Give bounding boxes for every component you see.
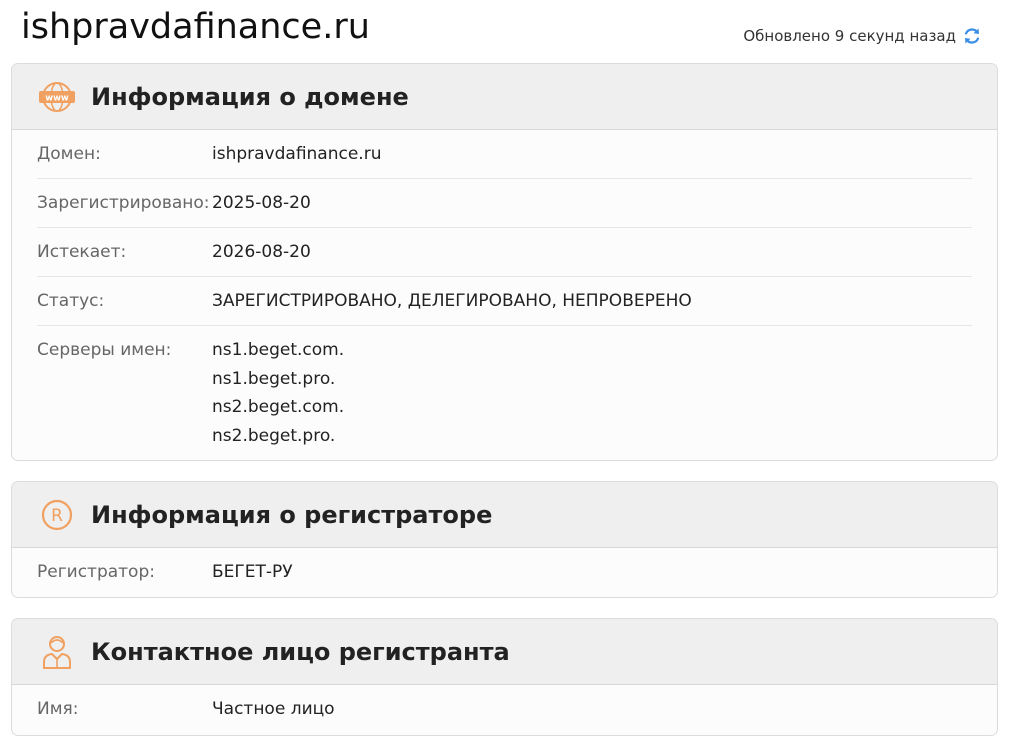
www-icon: www: [38, 78, 76, 116]
registered-row: Зарегистрировано: 2025-08-20: [37, 179, 972, 228]
person-icon: [38, 633, 76, 671]
row-value: 2026-08-20: [212, 242, 311, 262]
registrar-info-card: R Информация о регистраторе Регистратор:…: [11, 481, 998, 598]
nameserver-item: ns2.beget.pro.: [212, 425, 336, 446]
row-label: Имя:: [37, 699, 79, 719]
svg-text:www: www: [45, 93, 69, 103]
registrant-contact-card: Контактное лицо регистранта Имя: Частное…: [11, 618, 998, 736]
row-label: Регистратор:: [37, 562, 155, 582]
row-label: Домен:: [37, 144, 101, 164]
domain-info-header: www Информация о домене: [12, 64, 997, 130]
domain-info-card: www Информация о домене Домен: ishpravda…: [11, 63, 998, 461]
nameserver-item: ns1.beget.pro.: [212, 368, 336, 389]
nameserver-item: ns1.beget.com.: [212, 340, 345, 360]
page-title: ishpravdafinance.ru: [21, 7, 370, 47]
svg-text:R: R: [51, 506, 63, 526]
nameserver-list: ns1.beget.com. ns1.beget.pro. ns2.beget.…: [212, 336, 344, 450]
registrant-contact-title: Контактное лицо регистранта: [91, 637, 510, 666]
registered-icon: R: [38, 496, 76, 534]
domain-info-title: Информация о домене: [91, 82, 409, 111]
nameserver-item: ns2.beget.com.: [212, 397, 345, 417]
status-row: Статус: ЗАРЕГИСТРИРОВАНО, ДЕЛЕГИРОВАНО, …: [37, 277, 972, 326]
registrar-info-header: R Информация о регистраторе: [12, 482, 997, 548]
nameservers-row: Серверы имен: ns1.beget.com. ns1.beget.p…: [37, 326, 972, 460]
row-value: ЗАРЕГИСТРИРОВАНО, ДЕЛЕГИРОВАНО, НЕПРОВЕР…: [212, 291, 692, 311]
updated-status: Обновлено 9 секунд назад: [743, 26, 982, 46]
registrar-row: Регистратор: БЕГЕТ-РУ: [37, 548, 972, 596]
refresh-icon[interactable]: [962, 26, 982, 46]
row-label: Статус:: [37, 291, 105, 311]
row-label: Серверы имен:: [37, 340, 172, 360]
row-value: Частное лицо: [212, 699, 335, 719]
row-value: ishpravdafinance.ru: [212, 144, 382, 164]
row-label: Истекает:: [37, 242, 127, 262]
expires-row: Истекает: 2026-08-20: [37, 228, 972, 277]
updated-text: Обновлено 9 секунд назад: [743, 27, 956, 45]
registrar-info-title: Информация о регистраторе: [91, 500, 493, 529]
registrant-contact-header: Контактное лицо регистранта: [12, 619, 997, 685]
name-row: Имя: Частное лицо: [37, 685, 972, 733]
row-label: Зарегистрировано:: [37, 193, 210, 213]
domain-row: Домен: ishpravdafinance.ru: [37, 130, 972, 179]
row-value: БЕГЕТ-РУ: [212, 562, 293, 582]
row-value: 2025-08-20: [212, 193, 311, 213]
